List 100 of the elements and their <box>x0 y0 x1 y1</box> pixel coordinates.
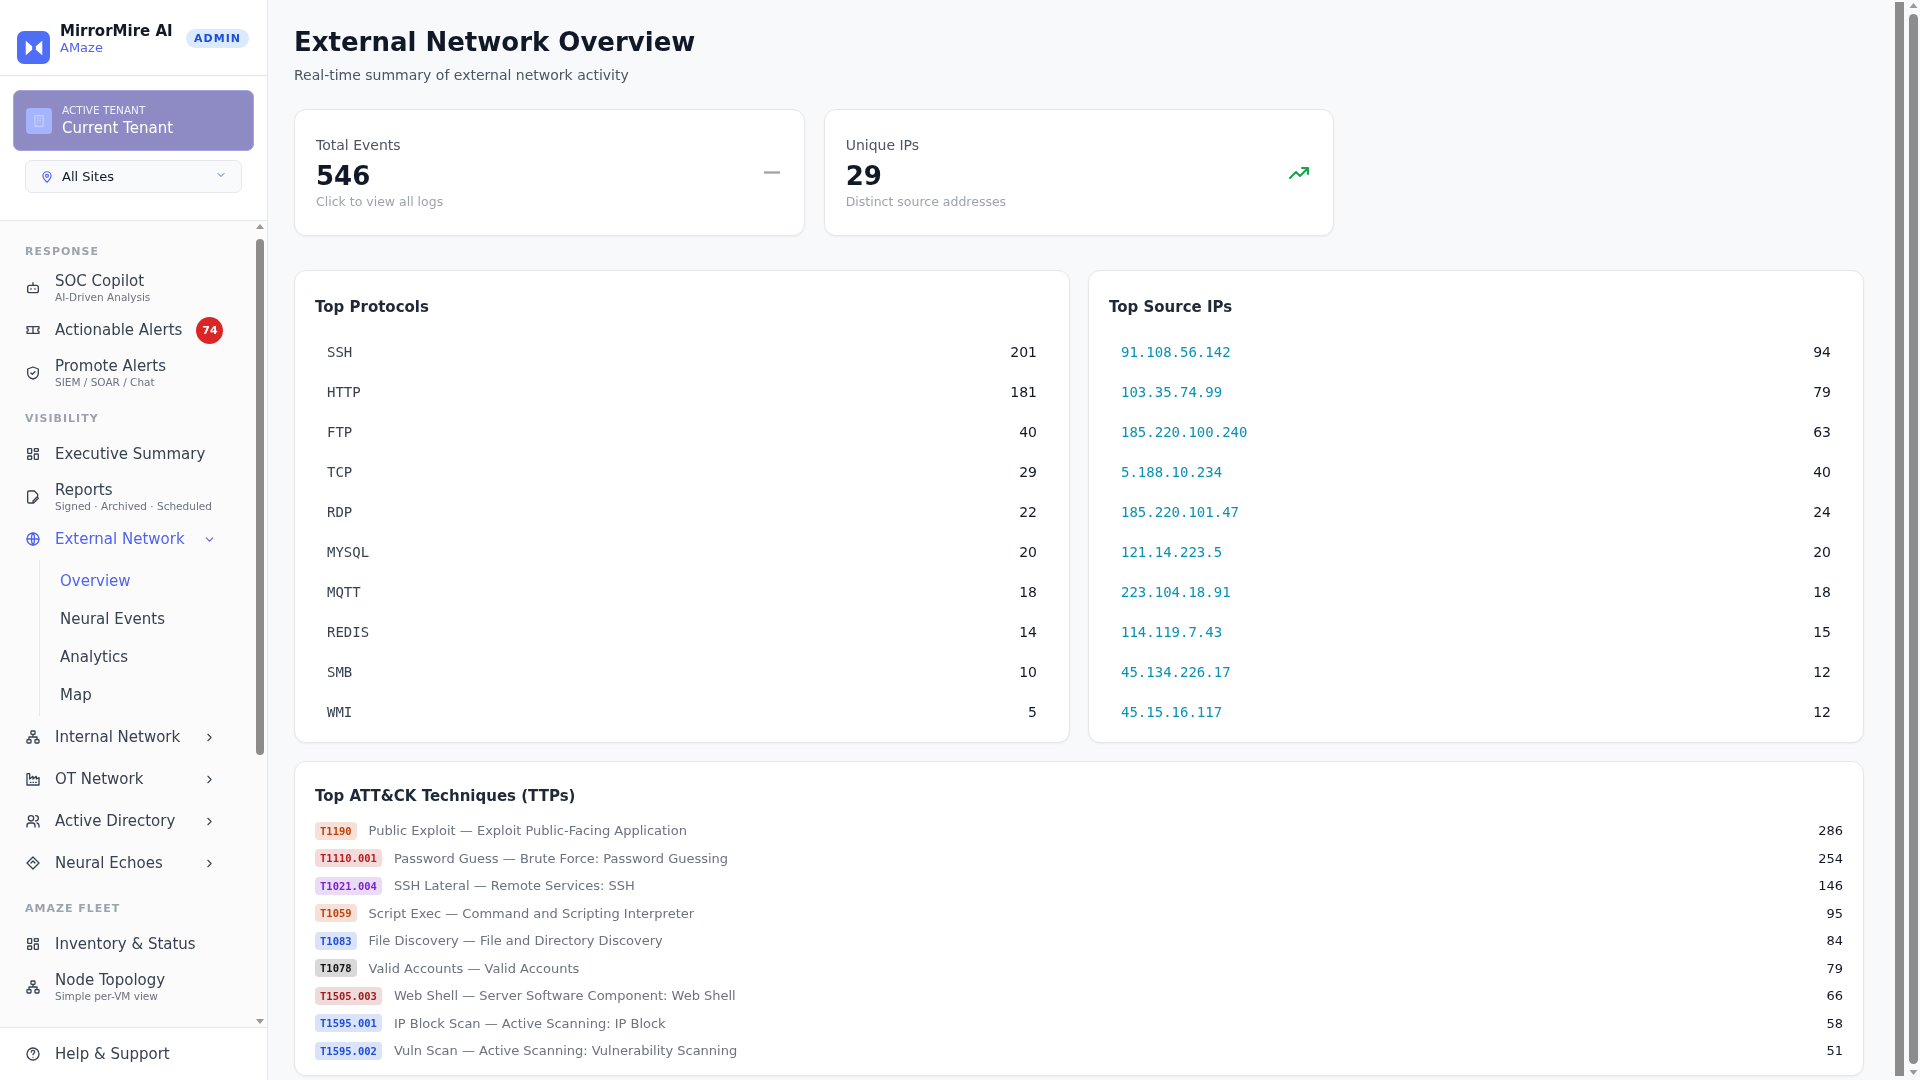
technique-label: Vuln Scan — Active Scanning: Vulnerability Scanning <box>393 1043 739 1059</box>
count: 29 <box>1019 464 1037 480</box>
technique-tag: T1078 <box>315 959 357 978</box>
ip-link[interactable]: 5.188.10.234 <box>1121 464 1223 480</box>
technique-tag: T1110.001 <box>315 849 382 868</box>
protocol-name: MQTT <box>327 584 361 600</box>
site-dropdown[interactable]: All Sites <box>25 160 242 193</box>
count: 12 <box>1813 704 1831 720</box>
grid-icon <box>25 446 41 462</box>
ip-link[interactable]: 91.108.56.142 <box>1121 344 1231 360</box>
nav-item[interactable]: Promote Alerts SIEM / SOAR / Chat <box>0 351 255 394</box>
count: 94 <box>1813 344 1831 360</box>
factory-icon <box>25 771 41 787</box>
section-heading: AMAZE FLEET <box>24 901 122 917</box>
stat-card[interactable]: Unique IPs 29 Distinct source addresses <box>823 109 1335 236</box>
count: 12 <box>1813 664 1831 680</box>
nav-item[interactable]: Internal Network <box>0 716 255 758</box>
trend-up-icon <box>1289 166 1310 179</box>
count: 51 <box>1826 1043 1843 1059</box>
technique-label: Public Exploit — Exploit Public-Facing Application <box>368 823 688 839</box>
document-pen-icon <box>25 488 41 505</box>
nav-subitem[interactable]: Analytics <box>40 638 255 676</box>
ip-link[interactable]: 45.15.16.117 <box>1121 704 1223 720</box>
count: 286 <box>1818 823 1843 839</box>
count: 79 <box>1813 384 1831 400</box>
count: 146 <box>1818 878 1843 894</box>
count: 63 <box>1813 424 1831 440</box>
shield-check-icon <box>25 364 41 381</box>
technique-label: Script Exec — Command and Scripting Interpreter <box>368 905 696 921</box>
technique-tag: T1190 <box>315 821 357 840</box>
technique-tag: T1083 <box>315 931 357 950</box>
nav-item[interactable]: OT Network <box>0 758 255 800</box>
nav-item[interactable]: Neural Echoes <box>0 842 255 884</box>
count-badge: 74 <box>196 316 224 344</box>
count: 79 <box>1826 960 1843 976</box>
nav-item[interactable]: Active Directory <box>0 800 255 842</box>
protocol-name: SMB <box>327 664 353 680</box>
technique-label: Valid Accounts — Valid Accounts <box>368 960 581 976</box>
technique-tag: T1059 <box>315 904 357 923</box>
count: 5 <box>1028 704 1037 720</box>
dash-icon <box>763 171 780 174</box>
hierarchy-icon <box>25 978 41 995</box>
technique-tag: T1595.001 <box>315 1014 382 1033</box>
nav-subitem[interactable]: Overview <box>40 562 255 600</box>
ip-link[interactable]: 103.35.74.99 <box>1121 384 1223 400</box>
nav-item[interactable]: Reports Signed · Archived · Scheduled <box>0 475 255 518</box>
count: 15 <box>1813 624 1831 640</box>
tag-icon <box>25 855 41 871</box>
count: 18 <box>1019 584 1037 600</box>
nav-item[interactable]: Actionable Alerts 74 <box>0 309 255 351</box>
count: 181 <box>1010 384 1037 400</box>
nav-item[interactable]: Executive Summary <box>0 433 255 475</box>
count: 40 <box>1813 464 1831 480</box>
protocol-name: TCP <box>327 464 353 480</box>
count: 66 <box>1826 988 1843 1004</box>
help-icon <box>25 1046 41 1062</box>
nav-subitem[interactable]: Neural Events <box>40 600 255 638</box>
nav-item[interactable]: Node Topology Simple per-VM view <box>0 965 255 1008</box>
ip-link[interactable]: 223.104.18.91 <box>1121 584 1231 600</box>
count: 201 <box>1010 344 1037 360</box>
technique-tag: T1021.004 <box>315 876 382 895</box>
section-heading: RESPONSE <box>24 244 100 260</box>
stat-card[interactable]: Total Events 546 Click to view all logs <box>294 109 805 236</box>
robot-icon <box>25 279 41 296</box>
count: 22 <box>1019 504 1037 520</box>
ip-link[interactable]: 45.134.226.17 <box>1121 664 1231 680</box>
technique-tag: T1595.002 <box>315 1041 382 1060</box>
card-title: Top ATT&CK Techniques (TTPs) <box>315 787 576 805</box>
protocol-name: WMI <box>327 704 353 720</box>
scroll-down-icon[interactable] <box>1908 1070 1918 1076</box>
technique-label: SSH Lateral — Remote Services: SSH <box>393 878 636 894</box>
building-icon <box>26 107 52 134</box>
nav-item[interactable]: Inventory & Status <box>0 923 255 965</box>
nav-item[interactable]: External Network <box>0 518 255 560</box>
protocol-name: SSH <box>327 344 353 360</box>
protocol-name: RDP <box>327 504 353 520</box>
card-title: Top Protocols <box>315 298 429 316</box>
protocol-name: MYSQL <box>327 544 370 560</box>
ip-link[interactable]: 185.220.100.240 <box>1121 424 1248 440</box>
technique-label: File Discovery — File and Directory Discovery <box>368 933 664 949</box>
page-title: External Network Overview <box>294 27 696 57</box>
count: 20 <box>1813 544 1831 560</box>
count: 14 <box>1019 624 1037 640</box>
count: 254 <box>1818 850 1843 866</box>
scroll-up-icon[interactable] <box>1908 2 1918 8</box>
count: 58 <box>1826 1015 1843 1031</box>
technique-label: IP Block Scan — Active Scanning: IP Block <box>393 1015 667 1031</box>
protocol-name: HTTP <box>327 384 361 400</box>
ip-link[interactable]: 114.119.7.43 <box>1121 624 1223 640</box>
help-link[interactable]: Help & Support <box>0 1027 267 1080</box>
count: 24 <box>1813 504 1831 520</box>
nav-subitem[interactable]: Map <box>40 676 255 714</box>
ip-link[interactable]: 121.14.223.5 <box>1121 544 1223 560</box>
ip-link[interactable]: 185.220.101.47 <box>1121 504 1239 520</box>
scroll-down-icon[interactable] <box>255 1019 264 1025</box>
section-heading: VISIBILITY <box>24 411 100 427</box>
nav-item[interactable]: SOC Copilot AI-Driven Analysis <box>0 266 255 309</box>
scroll-up-icon[interactable] <box>255 223 264 229</box>
globe-icon <box>25 531 41 547</box>
role-badge: ADMIN <box>186 29 249 48</box>
